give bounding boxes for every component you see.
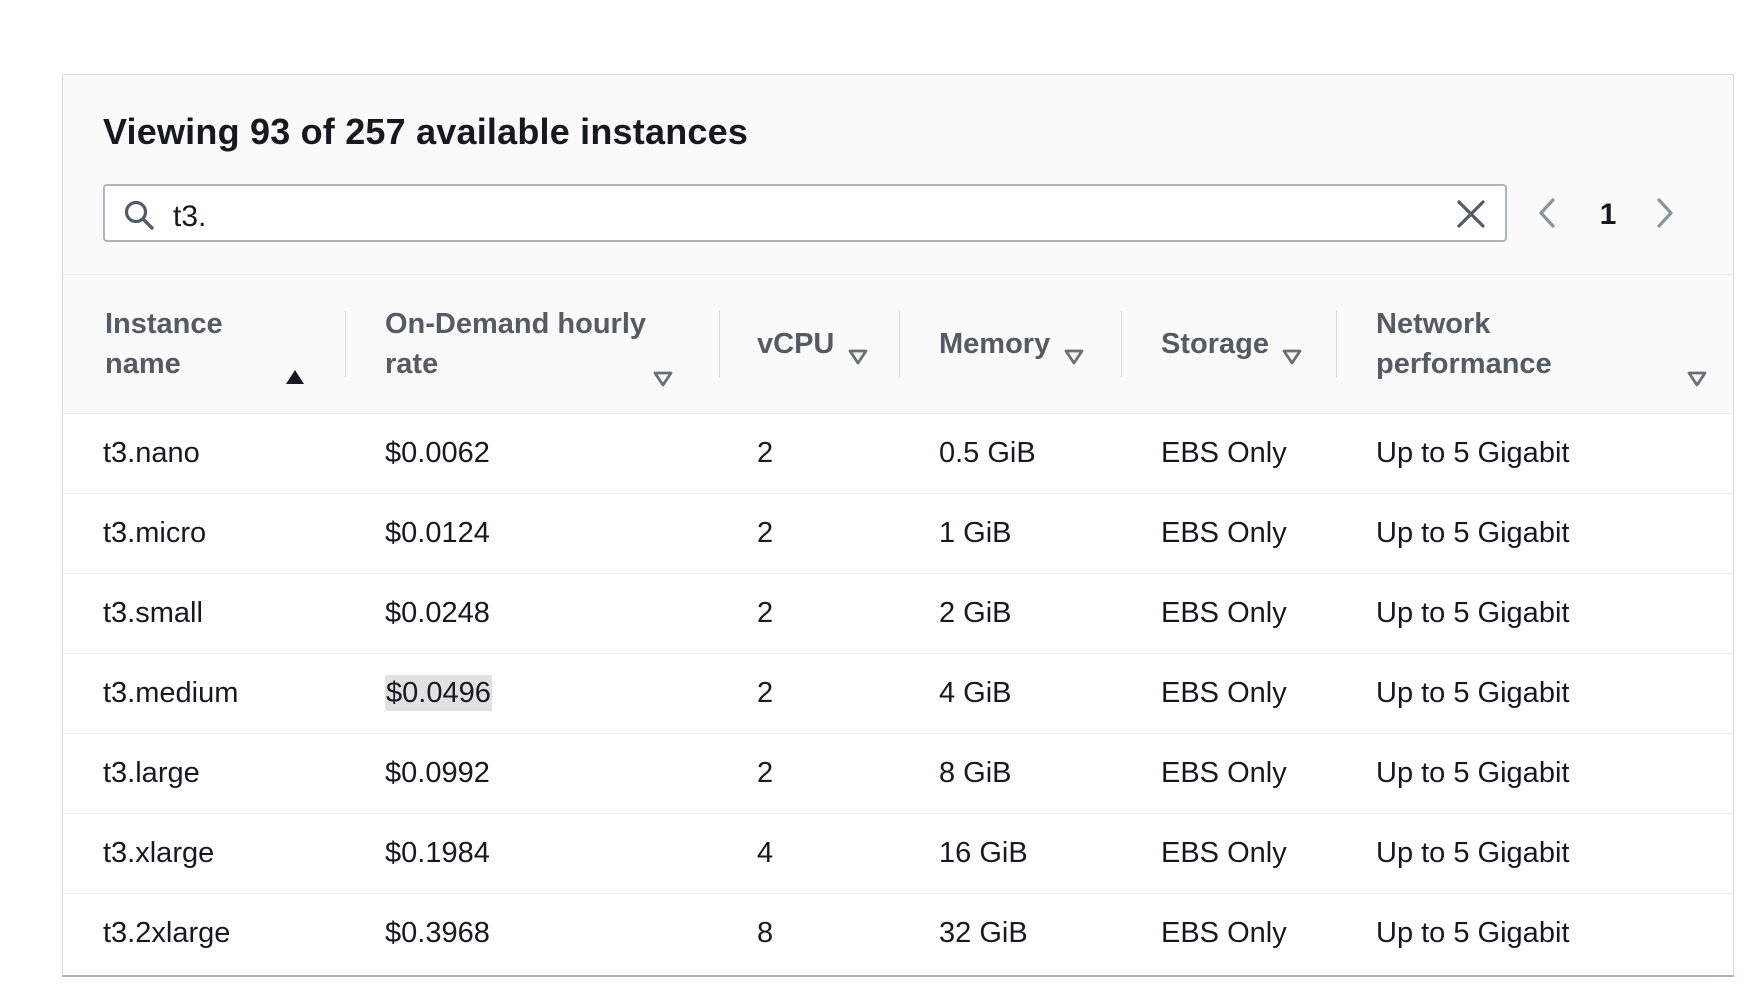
caret-up-filled-icon[interactable]: [284, 357, 306, 384]
column-label: rate: [385, 348, 439, 380]
cell-instance-name: t3.2xlarge: [103, 917, 231, 950]
cell-storage: EBS Only: [1161, 757, 1287, 789]
cell-memory: 16 GiB: [939, 837, 1028, 869]
pagination: 1: [1531, 184, 1721, 242]
cell-storage: EBS Only: [1161, 517, 1287, 549]
table-row[interactable]: t3.nano $0.0062 2 0.5 GiB EBS Only Up to…: [63, 414, 1733, 494]
cell-memory: 32 GiB: [939, 917, 1028, 950]
caret-down-outline-icon[interactable]: [847, 337, 869, 365]
table-row[interactable]: t3.xlarge $0.1984 4 16 GiB EBS Only Up t…: [63, 814, 1733, 894]
column-label: Instance: [105, 308, 223, 340]
cell-hourly-rate: $0.0496: [345, 654, 719, 734]
cell-vcpu: 2: [757, 677, 774, 709]
instances-panel: Viewing 93 of 257 available instances t3…: [62, 74, 1734, 977]
cell-vcpu: 2: [757, 597, 774, 629]
column-divider: [345, 311, 346, 377]
cell-hourly-rate: $0.0062: [385, 437, 490, 469]
cell-hourly-rate: $0.0248: [385, 597, 490, 629]
cell-instance-name: t3.small: [103, 597, 203, 629]
cell-storage: EBS Only: [1161, 597, 1287, 629]
cell-hourly-rate: $0.1984: [385, 837, 490, 869]
cell-instance-name: t3.medium: [103, 677, 239, 709]
cell-storage: EBS Only: [1161, 677, 1287, 709]
panel-header: Viewing 93 of 257 available instances t3…: [63, 75, 1733, 275]
column-divider: [1336, 311, 1337, 377]
cell-storage: EBS Only: [1161, 437, 1287, 469]
column-label: name: [105, 348, 181, 380]
caret-down-outline-icon[interactable]: [1686, 359, 1708, 387]
search-icon: [123, 199, 155, 231]
column-divider: [719, 311, 720, 377]
cell-vcpu: 2: [757, 437, 774, 469]
cell-memory: 8 GiB: [939, 757, 1012, 789]
column-label: On-Demand hourly: [385, 308, 647, 340]
column-header-memory[interactable]: Memory: [899, 275, 1121, 414]
column-label: Network: [1376, 308, 1491, 340]
table-row[interactable]: t3.2xlarge $0.3968 8 32 GiB EBS Only Up …: [63, 894, 1733, 974]
highlighted-rate: $0.0496: [385, 675, 492, 711]
cell-vcpu: 4: [757, 837, 774, 869]
cell-network: Up to 5 Gigabit: [1376, 837, 1570, 869]
search-field[interactable]: t3.: [103, 184, 1507, 242]
search-input[interactable]: t3.: [173, 200, 206, 234]
caret-down-outline-icon[interactable]: [1063, 337, 1085, 365]
column-header-vcpu[interactable]: vCPU: [719, 275, 899, 414]
chevron-right-icon[interactable]: [1647, 196, 1681, 230]
current-page-number[interactable]: 1: [1593, 198, 1623, 232]
column-header-network-performance[interactable]: Network performance: [1336, 275, 1733, 414]
cell-network: Up to 5 Gigabit: [1376, 517, 1570, 549]
cell-network: Up to 5 Gigabit: [1376, 437, 1570, 469]
column-label: Storage: [1161, 328, 1269, 360]
cell-vcpu: 8: [757, 917, 774, 950]
caret-down-outline-icon[interactable]: [652, 359, 674, 387]
cell-hourly-rate: $0.3968: [385, 917, 490, 950]
cell-instance-name: t3.xlarge: [103, 837, 215, 869]
cell-instance-name: t3.large: [103, 757, 200, 789]
table-header-row: Instance name On-Demand hourly rate vCPU…: [63, 275, 1733, 414]
column-label: Memory: [939, 328, 1051, 360]
cell-instance-name: t3.nano: [103, 437, 200, 469]
cell-storage: EBS Only: [1161, 917, 1287, 950]
table-row[interactable]: t3.small $0.0248 2 2 GiB EBS Only Up to …: [63, 574, 1733, 654]
page-title: Viewing 93 of 257 available instances: [103, 111, 749, 152]
cell-memory: 2 GiB: [939, 597, 1012, 629]
cell-network: Up to 5 Gigabit: [1376, 597, 1570, 629]
table-row[interactable]: t3.micro $0.0124 2 1 GiB EBS Only Up to …: [63, 494, 1733, 574]
column-label: performance: [1376, 348, 1552, 380]
cell-memory: 0.5 GiB: [939, 437, 1036, 469]
caret-down-outline-icon[interactable]: [1281, 337, 1303, 365]
close-icon[interactable]: [1455, 198, 1487, 230]
cell-memory: 1 GiB: [939, 517, 1012, 549]
cell-hourly-rate: $0.0124: [385, 517, 490, 549]
column-header-instance-name[interactable]: Instance name: [63, 275, 345, 414]
column-header-hourly-rate[interactable]: On-Demand hourly rate: [345, 275, 719, 414]
chevron-left-icon[interactable]: [1531, 196, 1565, 230]
table-row[interactable]: t3.large $0.0992 2 8 GiB EBS Only Up to …: [63, 734, 1733, 814]
column-divider: [1121, 311, 1122, 377]
cell-network: Up to 5 Gigabit: [1376, 757, 1570, 789]
cell-instance-name: t3.micro: [103, 517, 207, 549]
cell-vcpu: 2: [757, 517, 774, 549]
cell-hourly-rate: $0.0992: [385, 757, 490, 789]
cell-vcpu: 2: [757, 757, 774, 789]
column-label: vCPU: [757, 328, 835, 360]
column-divider: [899, 311, 900, 377]
cell-storage: EBS Only: [1161, 837, 1287, 869]
table-row[interactable]: t3.medium $0.0496 2 4 GiB EBS Only Up to…: [63, 654, 1733, 734]
cell-network: Up to 5 Gigabit: [1376, 917, 1570, 950]
instances-table: Instance name On-Demand hourly rate vCPU…: [63, 275, 1733, 974]
cell-network: Up to 5 Gigabit: [1376, 677, 1570, 709]
column-header-storage[interactable]: Storage: [1121, 275, 1336, 414]
cell-memory: 4 GiB: [939, 677, 1012, 709]
